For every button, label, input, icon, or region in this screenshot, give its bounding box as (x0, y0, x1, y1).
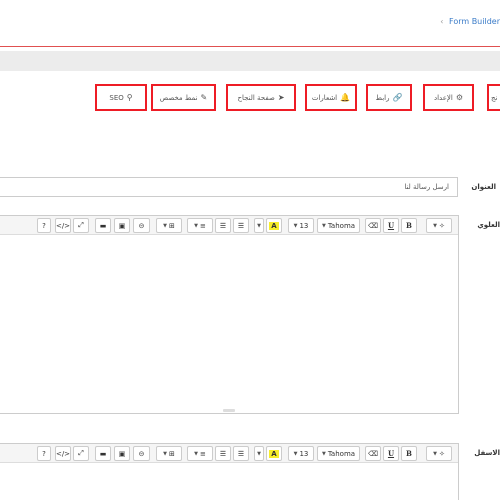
style-dropdown[interactable]: ▼ ✧ (426, 218, 452, 233)
table-dropdown[interactable]: ▼ ⊞ (156, 446, 182, 461)
font-size-value: 13 (299, 449, 309, 458)
magic-wand-icon: ✧ (438, 221, 445, 230)
gears-icon: ⚙ (455, 93, 464, 102)
caret-down-icon: ▼ (321, 450, 326, 457)
breadcrumb-form-builder-link[interactable]: Form Builder (449, 17, 500, 26)
tab-success-page[interactable]: صفحة النجاح ➤ (226, 84, 296, 111)
align-icon: ≡ (199, 221, 206, 230)
header-divider (0, 46, 500, 47)
insert-video-button[interactable]: ▬ (95, 446, 111, 461)
unordered-list-button[interactable]: ☰ (233, 446, 249, 461)
highlight-color-button[interactable]: A (266, 218, 282, 233)
breadcrumb-separator: ‹ (440, 17, 444, 26)
font-size-dropdown[interactable]: ▼ 13 (288, 446, 314, 461)
tab-seo[interactable]: SEO ⚲ (95, 84, 147, 111)
highlight-icon: A (269, 221, 279, 230)
breadcrumb: ‹ Form Builder (440, 17, 500, 26)
tab-seo-label: SEO (109, 93, 124, 102)
tab-success-page-label: صفحة النجاح (237, 93, 275, 102)
font-family-dropdown[interactable]: ▼ Tahoma (317, 446, 360, 461)
code-view-button[interactable]: </> (55, 218, 71, 233)
insert-link-button[interactable]: ⊝ (133, 218, 150, 233)
code-view-button[interactable]: </> (55, 446, 71, 461)
bottom-editor: ? </> ⤢ ▬ ▣ ⊝ ▼ ⊞ ▼ ≡ ☰ ☰ ▼ A ▼ 13 ▼ Tah… (0, 443, 459, 500)
tab-settings-label: الإعداد (433, 93, 453, 102)
tab-notifications-label: اشعارات (311, 93, 338, 102)
editor-toolbar: ? </> ⤢ ▬ ▣ ⊝ ▼ ⊞ ▼ ≡ ☰ ☰ ▼ A ▼ 13 ▼ Tah… (0, 216, 458, 235)
font-size-dropdown[interactable]: ▼ 13 (288, 218, 314, 233)
highlight-icon: A (269, 449, 279, 458)
highlight-color-button[interactable]: A (266, 446, 282, 461)
underline-button[interactable]: U (383, 218, 399, 233)
caret-down-icon: ▼ (163, 450, 167, 457)
ordered-list-button[interactable]: ☰ (215, 218, 231, 233)
tab-custom-style[interactable]: نمط مخصص ✎ (151, 84, 216, 111)
caret-down-icon: ▼ (293, 222, 298, 229)
caret-down-icon: ▼ (194, 222, 198, 229)
link-icon: 🔗 (392, 93, 403, 102)
clear-format-button[interactable]: ⌫ (365, 446, 381, 461)
caret-down-icon: ▼ (433, 450, 437, 457)
insert-picture-button[interactable]: ▣ (114, 446, 130, 461)
help-button[interactable]: ? (37, 446, 51, 461)
table-icon: ⊞ (168, 221, 175, 230)
clear-format-button[interactable]: ⌫ (365, 218, 381, 233)
tab-partial-label: نج (491, 93, 498, 102)
font-family-dropdown[interactable]: ▼ Tahoma (317, 218, 360, 233)
insert-link-button[interactable]: ⊝ (133, 446, 150, 461)
tab-custom-style-label: نمط مخصص (159, 93, 198, 102)
align-icon: ≡ (199, 449, 206, 458)
paragraph-dropdown[interactable]: ▼ ≡ (187, 446, 213, 461)
highlight-color-dropdown[interactable]: ▼ (254, 218, 264, 233)
toolbar-strip (0, 51, 500, 71)
caret-down-icon: ▼ (257, 450, 261, 457)
caret-down-icon: ▼ (433, 222, 437, 229)
highlight-color-dropdown[interactable]: ▼ (254, 446, 264, 461)
font-size-value: 13 (299, 221, 309, 230)
unordered-list-button[interactable]: ☰ (233, 218, 249, 233)
tab-link[interactable]: رابط 🔗 (366, 84, 412, 111)
title-label: العنوان (471, 183, 496, 191)
bold-button[interactable]: B (401, 446, 417, 461)
editor-toolbar: ? </> ⤢ ▬ ▣ ⊝ ▼ ⊞ ▼ ≡ ☰ ☰ ▼ A ▼ 13 ▼ Tah… (0, 444, 458, 463)
style-dropdown[interactable]: ▼ ✧ (426, 446, 452, 461)
font-family-value: Tahoma (327, 221, 356, 230)
insert-picture-button[interactable]: ▣ (114, 218, 130, 233)
send-icon: ➤ (277, 93, 285, 102)
top-editor: ? </> ⤢ ▬ ▣ ⊝ ▼ ⊞ ▼ ≡ ☰ ☰ ▼ A ▼ 13 ▼ Tah… (0, 215, 459, 414)
title-input[interactable]: ارسل رسالة لنا (0, 177, 458, 197)
editor-resize-handle[interactable] (222, 409, 235, 412)
caret-down-icon: ▼ (257, 222, 261, 229)
help-button[interactable]: ? (37, 218, 51, 233)
search-icon: ⚲ (126, 93, 133, 102)
paragraph-dropdown[interactable]: ▼ ≡ (187, 218, 213, 233)
bell-icon: 🔔 (340, 93, 351, 102)
magic-wand-icon: ✧ (438, 449, 445, 458)
fullscreen-button[interactable]: ⤢ (73, 218, 89, 233)
insert-video-button[interactable]: ▬ (95, 218, 111, 233)
caret-down-icon: ▼ (293, 450, 298, 457)
top-header: ‹ Form Builder (0, 0, 500, 44)
tab-notifications[interactable]: اشعارات 🔔 (305, 84, 357, 111)
tab-partial[interactable]: نج (487, 84, 500, 111)
caret-down-icon: ▼ (163, 222, 167, 229)
top-content-label: العلوي (477, 221, 500, 229)
table-icon: ⊞ (168, 449, 175, 458)
underline-button[interactable]: U (383, 446, 399, 461)
caret-down-icon: ▼ (194, 450, 198, 457)
pencil-icon: ✎ (200, 93, 208, 102)
bottom-content-label: الاسفل (474, 449, 500, 457)
table-dropdown[interactable]: ▼ ⊞ (156, 218, 182, 233)
tab-settings[interactable]: الإعداد ⚙ (423, 84, 474, 111)
fullscreen-button[interactable]: ⤢ (73, 446, 89, 461)
caret-down-icon: ▼ (321, 222, 326, 229)
font-family-value: Tahoma (327, 449, 356, 458)
bold-button[interactable]: B (401, 218, 417, 233)
tab-link-label: رابط (375, 93, 390, 102)
ordered-list-button[interactable]: ☰ (215, 446, 231, 461)
